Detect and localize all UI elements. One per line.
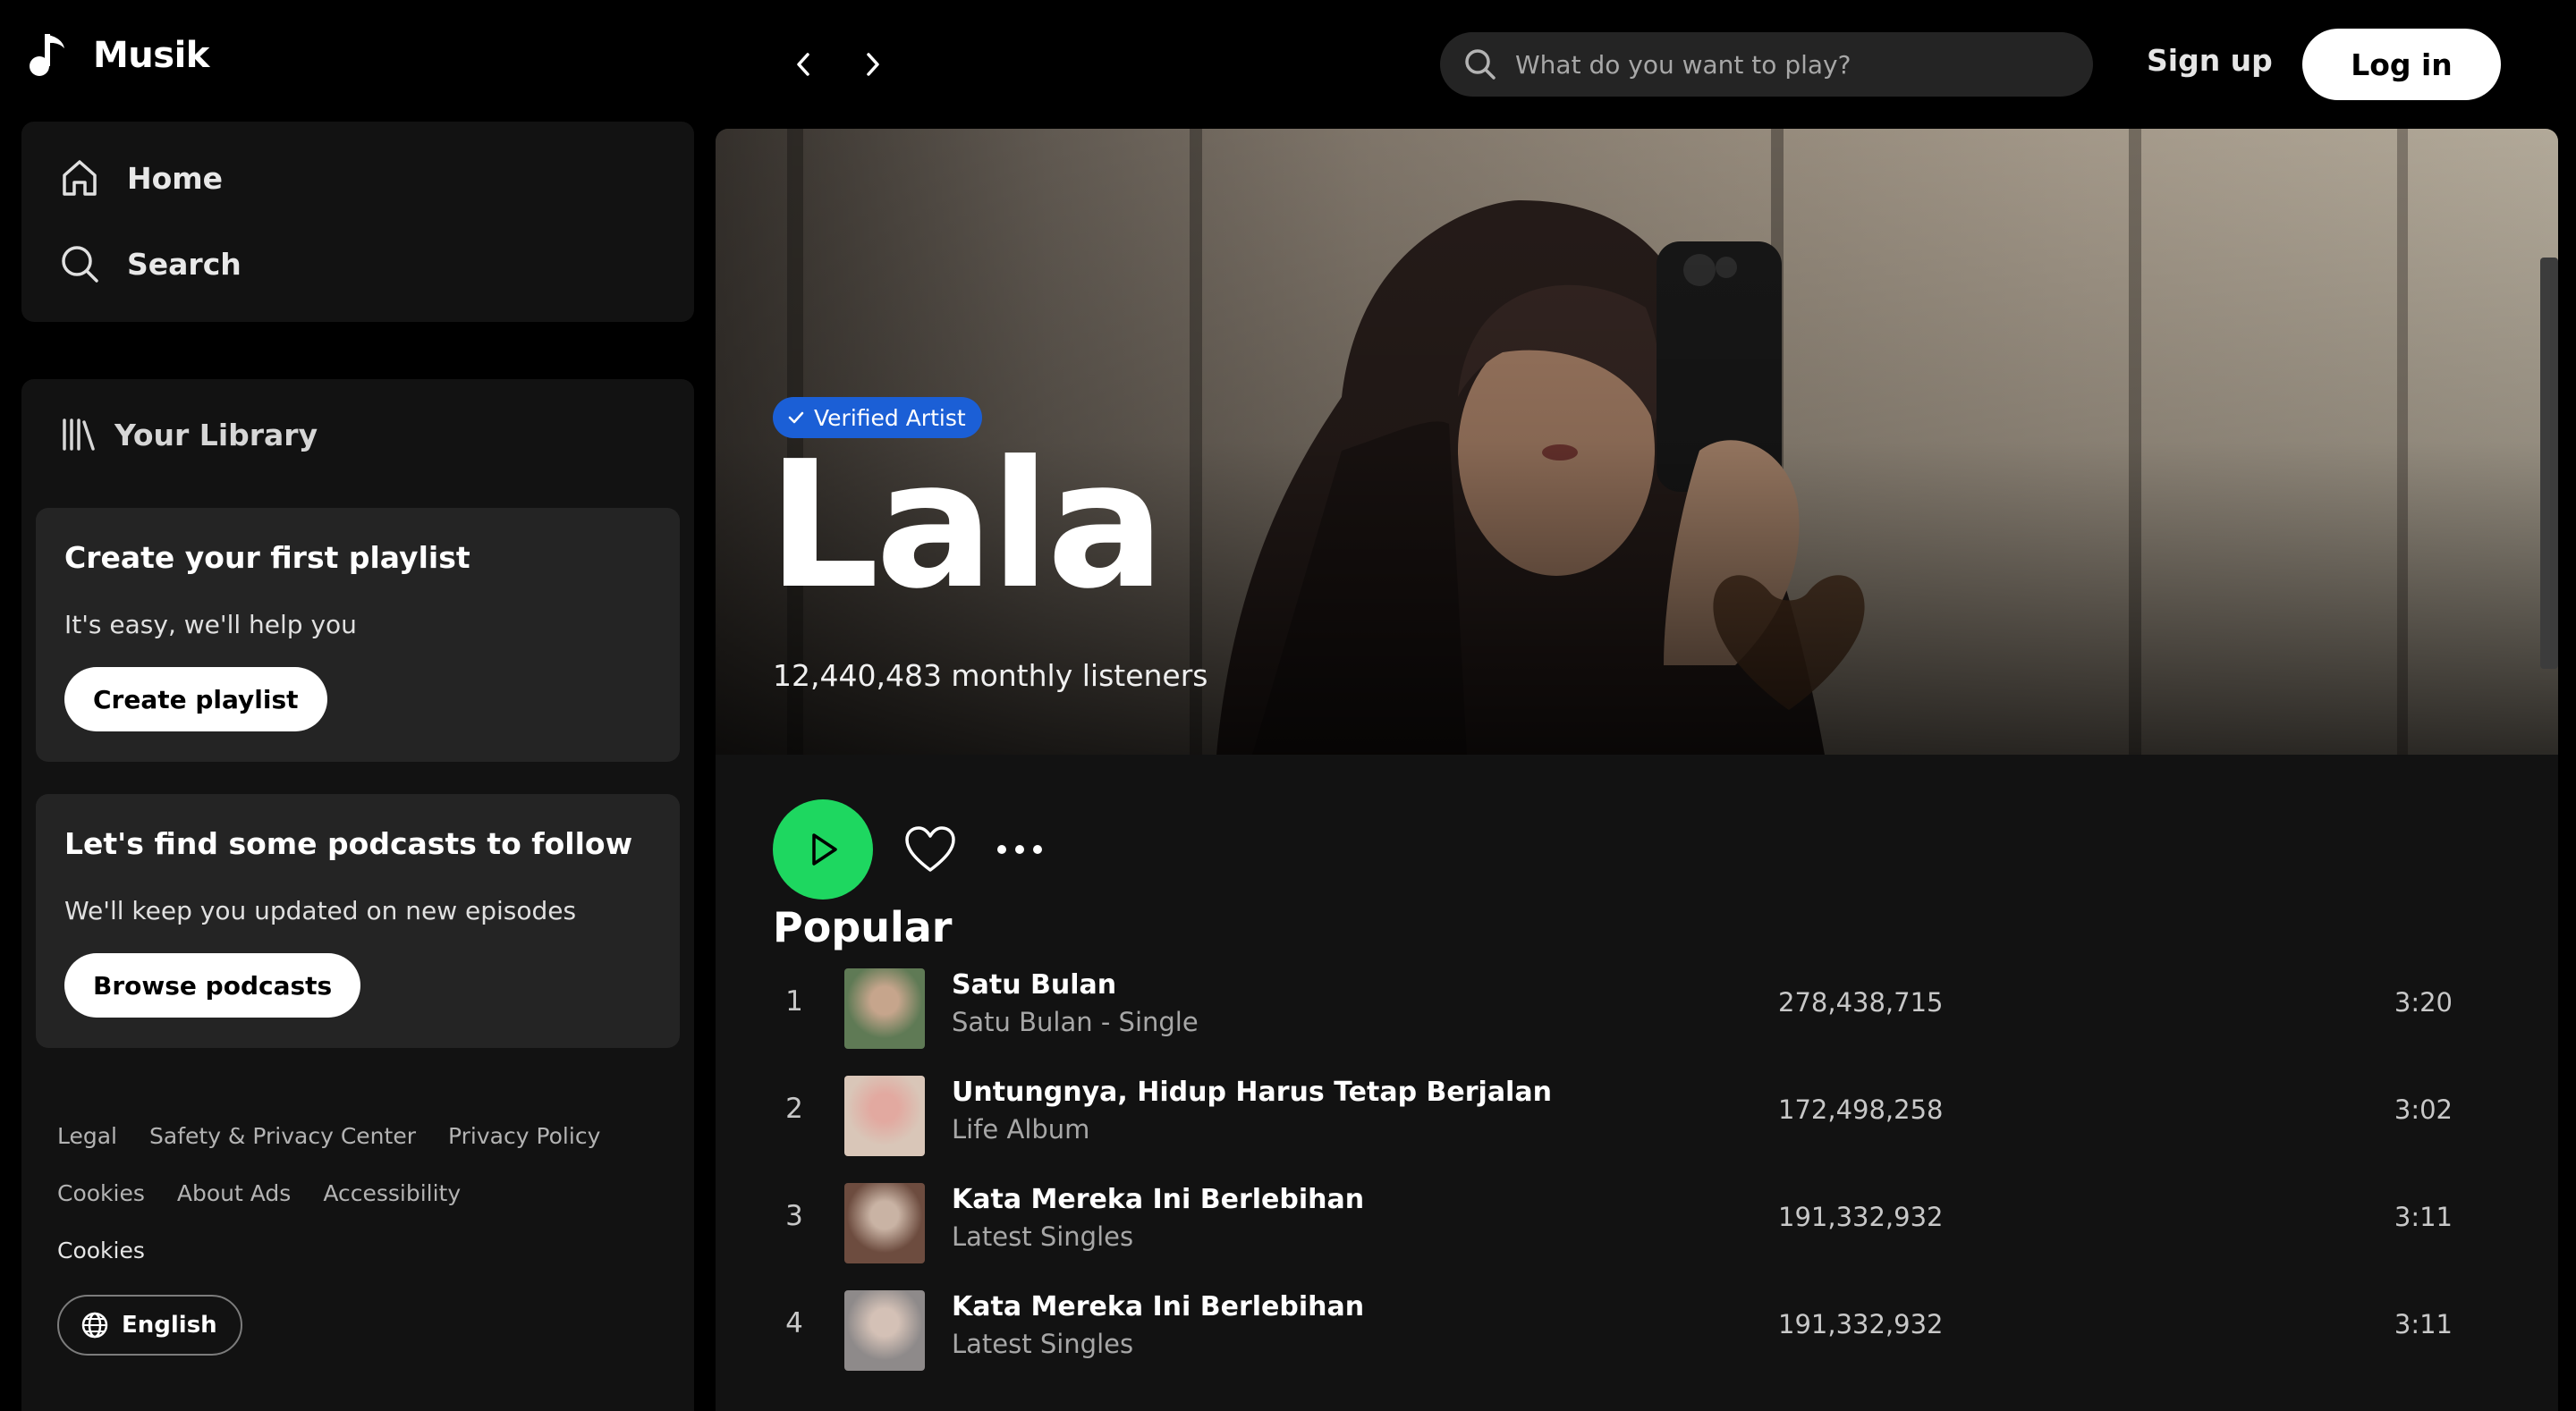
track-title[interactable]: Kata Mereka Ini Berlebihan — [952, 1291, 1364, 1322]
track-row[interactable]: 1 Satu Bulan Satu Bulan - Single 278,438,71… — [773, 960, 2508, 1059]
language-button[interactable]: English — [57, 1295, 242, 1356]
chevron-right-icon — [867, 53, 879, 76]
footer-link-privacy[interactable]: Privacy Policy — [448, 1123, 600, 1149]
follow-button[interactable] — [903, 824, 957, 874]
artist-hero: Verified Artist Lala 12,440,483 monthly … — [716, 129, 2558, 755]
log-in-button[interactable]: Log in — [2302, 29, 2501, 100]
chevron-left-icon — [797, 53, 809, 76]
music-note-icon — [27, 30, 66, 80]
track-number: 2 — [785, 1093, 803, 1125]
browse-podcasts-button[interactable]: Browse podcasts — [64, 953, 361, 1018]
track-duration: 3:20 — [2394, 987, 2453, 1018]
main-content: Verified Artist Lala 12,440,483 monthly … — [716, 129, 2558, 1411]
library-icon — [63, 418, 95, 451]
more-icon — [997, 845, 1042, 854]
track-plays: 191,332,932 — [1778, 1202, 1944, 1232]
track-duration: 3:02 — [2394, 1094, 2453, 1125]
search-icon — [62, 246, 98, 283]
artist-name: Lala — [767, 424, 1165, 628]
track-artwork — [844, 1183, 925, 1263]
track-plays: 278,438,715 — [1778, 987, 1944, 1018]
library-panel: Your Library Create your first playlist … — [21, 379, 694, 1411]
track-plays: 172,498,258 — [1778, 1094, 1944, 1125]
footer-link-accessibility[interactable]: Accessibility — [323, 1180, 461, 1206]
artist-controls — [773, 799, 1043, 900]
track-artwork — [844, 968, 925, 1049]
more-options-button[interactable] — [996, 844, 1043, 855]
globe-icon — [81, 1312, 108, 1339]
play-icon — [812, 833, 837, 866]
track-number: 4 — [785, 1307, 803, 1339]
track-row[interactable]: 4 Kata Mereka Ini Berlebihan Latest Single… — [773, 1282, 2508, 1381]
create-playlist-card: Create your first playlist It's easy, we… — [36, 508, 680, 762]
track-duration: 3:11 — [2394, 1202, 2453, 1232]
track-album[interactable]: Latest Singles — [952, 1221, 1133, 1252]
sign-up-button[interactable]: Sign up — [2147, 43, 2273, 78]
promo-subtitle: We'll keep you updated on new episodes — [64, 896, 577, 925]
footer-links-row: Legal Safety & Privacy Center Privacy Poli… — [57, 1123, 632, 1149]
search-input[interactable] — [1515, 49, 2052, 80]
footer-link-cookies-settings[interactable]: Cookies — [57, 1238, 145, 1263]
search-icon — [1465, 49, 1496, 80]
footer-link-legal[interactable]: Legal — [57, 1123, 117, 1149]
monthly-listeners: 12,440,483 monthly listeners — [773, 658, 1208, 693]
back-button[interactable] — [784, 45, 823, 84]
track-album[interactable]: Life Album — [952, 1114, 1089, 1145]
track-album[interactable]: Satu Bulan - Single — [952, 1007, 1199, 1037]
track-title[interactable]: Kata Mereka Ini Berlebihan — [952, 1184, 1364, 1215]
logo[interactable]: Musik — [27, 30, 209, 80]
track-artwork — [844, 1290, 925, 1371]
home-icon — [63, 160, 97, 196]
create-playlist-button[interactable]: Create playlist — [64, 667, 327, 731]
track-artwork — [844, 1076, 925, 1156]
footer-links-row: Cookies — [57, 1238, 177, 1263]
top-bar: Musik Sign up Log in — [0, 0, 2576, 125]
play-button[interactable] — [773, 799, 873, 900]
your-library-button[interactable]: Your Library — [61, 417, 318, 452]
language-label: English — [122, 1312, 217, 1339]
promo-title: Create your first playlist — [64, 540, 470, 575]
nav-home-label: Home — [127, 160, 224, 196]
promo-subtitle: It's easy, we'll help you — [64, 610, 357, 639]
footer-link-safety[interactable]: Safety & Privacy Center — [149, 1123, 416, 1149]
nav-search-label: Search — [127, 246, 242, 282]
promo-title: Let's find some podcasts to follow — [64, 826, 633, 861]
library-title: Your Library — [114, 417, 318, 452]
footer-link-about-ads[interactable]: About Ads — [177, 1180, 291, 1206]
scrollbar[interactable] — [2540, 258, 2558, 669]
track-row[interactable]: 3 Kata Mereka Ini Berlebihan Latest Single… — [773, 1175, 2508, 1273]
popular-heading: Popular — [773, 903, 953, 951]
nav-home[interactable]: Home — [59, 157, 223, 199]
nav-panel: Home Search — [21, 122, 694, 322]
footer-link-cookies[interactable]: Cookies — [57, 1180, 145, 1206]
track-title[interactable]: Untungnya, Hidup Harus Tetap Berjalan — [952, 1077, 1552, 1108]
nav-search[interactable]: Search — [59, 243, 242, 284]
browse-podcasts-card: Let's find some podcasts to follow We'll… — [36, 794, 680, 1048]
track-duration: 3:11 — [2394, 1309, 2453, 1339]
forward-button[interactable] — [853, 45, 893, 84]
track-album[interactable]: Latest Singles — [952, 1329, 1133, 1359]
track-number: 1 — [785, 985, 803, 1018]
track-plays: 191,332,932 — [1778, 1309, 1944, 1339]
track-title[interactable]: Satu Bulan — [952, 969, 1116, 1001]
brand-name: Musik — [93, 35, 209, 76]
track-number: 3 — [785, 1200, 803, 1232]
track-row[interactable]: 2 Untungnya, Hidup Harus Tetap Berjalan Li… — [773, 1068, 2508, 1166]
footer-links-row: Cookies About Ads Accessibility — [57, 1180, 493, 1206]
heart-icon — [905, 826, 955, 872]
search-bar[interactable] — [1440, 32, 2093, 97]
